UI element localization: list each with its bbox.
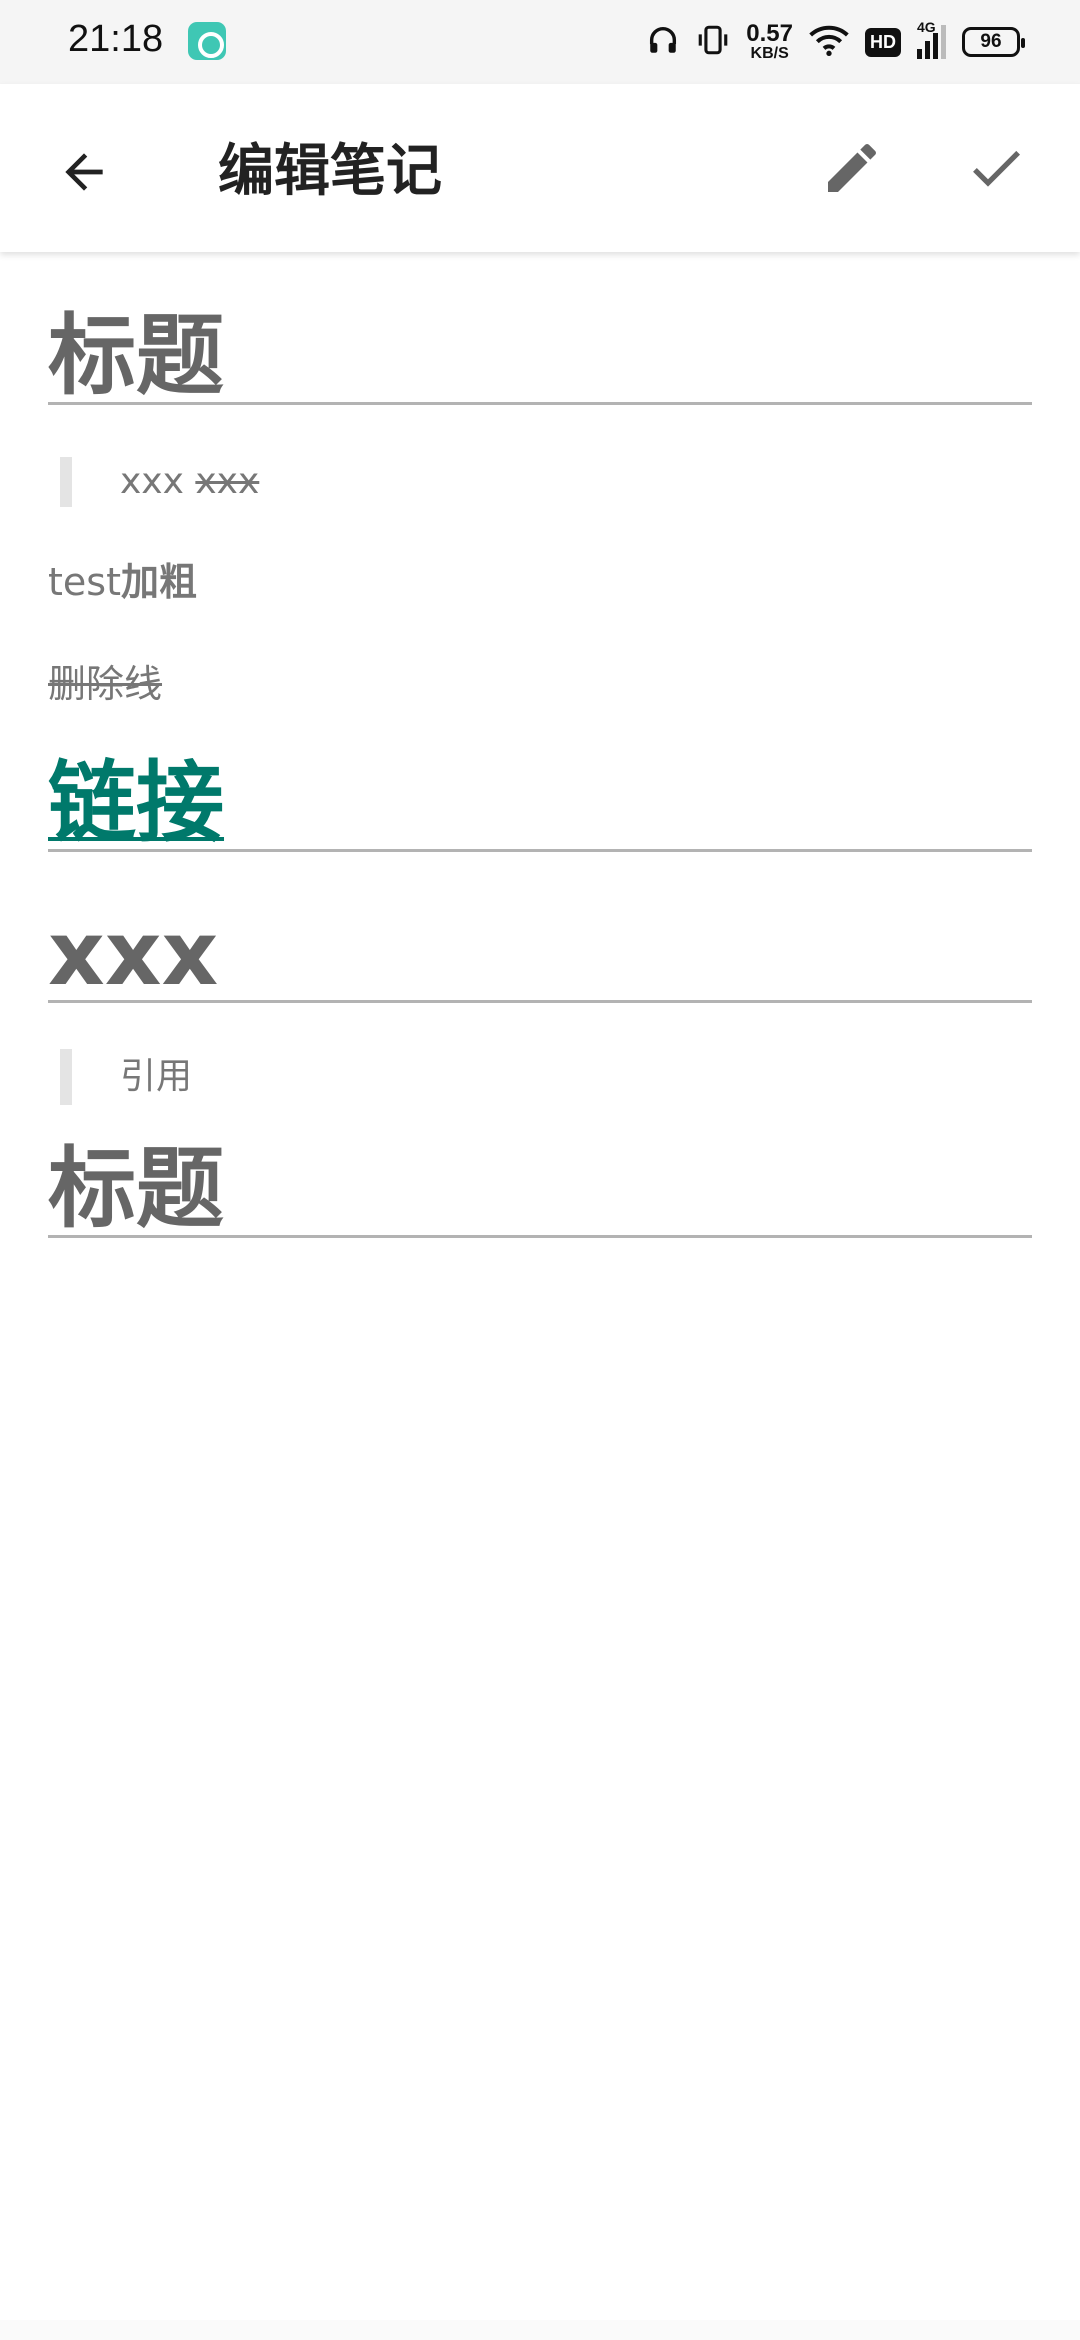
back-button[interactable]: [44, 132, 124, 212]
page-title: 编辑笔记: [218, 139, 442, 204]
vibrate-icon: [696, 23, 730, 61]
blockquote[interactable]: xxx xxx: [48, 457, 1032, 507]
headphones-icon: [646, 23, 680, 61]
status-bar: 21:18 0.57 KB/S HD 4G 96: [0, 0, 1080, 84]
note-editor[interactable]: 标题 xxx xxx test加粗 删除线 链接 xxx 引用 标题: [48, 252, 1032, 1238]
signal-icon: 4G: [917, 19, 946, 59]
app-notification-icon: [188, 22, 226, 60]
link-text[interactable]: 链接: [48, 751, 224, 854]
quote-text: xxx: [120, 461, 196, 502]
pencil-icon: [828, 143, 876, 192]
battery-level: 96: [980, 31, 1002, 52]
status-icons: 0.57 KB/S HD 4G 96: [646, 18, 1025, 66]
navigation-bar: [0, 2320, 1080, 2340]
bold-text: 加粗: [120, 560, 197, 604]
link-heading[interactable]: 链接: [48, 759, 1032, 852]
note-heading[interactable]: 标题: [48, 1145, 1032, 1238]
battery-icon: 96: [962, 27, 1025, 57]
quote-strikethrough-text: xxx: [195, 461, 260, 502]
hd-badge: HD: [865, 27, 901, 57]
paragraph-strikethrough[interactable]: 删除线: [48, 659, 1032, 709]
wifi-icon: [809, 23, 849, 61]
checkmark-icon: [973, 150, 1020, 187]
blockquote[interactable]: 引用: [48, 1049, 1032, 1105]
back-arrow-icon: [65, 153, 103, 191]
note-heading[interactable]: 标题: [48, 312, 1032, 405]
status-time: 21:18: [68, 18, 164, 60]
paragraph-text: test: [48, 560, 121, 604]
save-button[interactable]: [956, 128, 1036, 208]
network-speed: 0.57 KB/S: [746, 20, 793, 62]
app-bar: 编辑笔记: [0, 84, 1080, 252]
paragraph-bold[interactable]: test加粗: [48, 557, 1032, 607]
edit-button[interactable]: [812, 128, 892, 208]
note-heading[interactable]: xxx: [48, 910, 1032, 1003]
quote-text: 引用: [120, 1056, 193, 1097]
